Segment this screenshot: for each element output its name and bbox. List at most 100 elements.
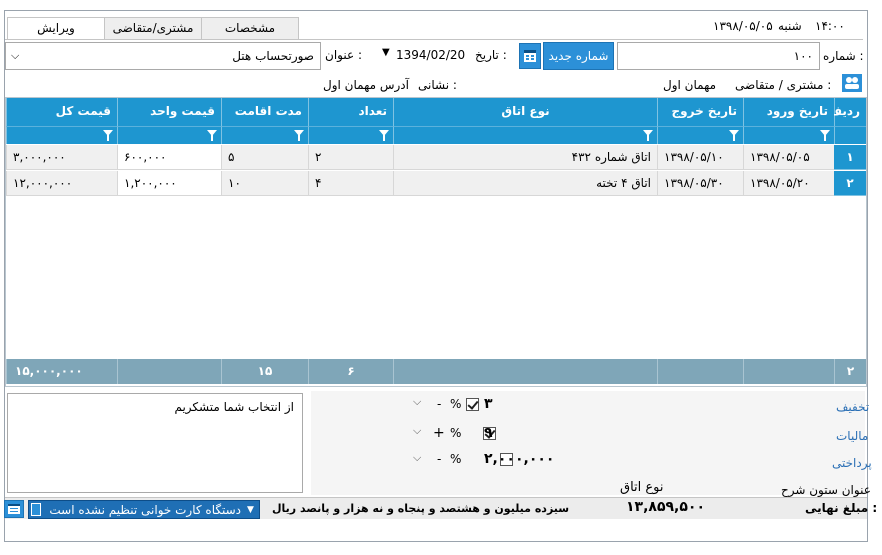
room-type-cell[interactable]: اتاق ۴ تخته bbox=[393, 171, 657, 196]
unit-price-cell[interactable]: ۱,۲۰۰,۰۰۰ bbox=[117, 171, 221, 196]
customer-label: مشتری / متقاضی : bbox=[735, 78, 832, 92]
total-passengers: ۶ bbox=[308, 359, 393, 384]
address-value: آدرس مهمان اول bbox=[323, 78, 409, 92]
new-number-button[interactable]: شماره جدید bbox=[543, 42, 614, 70]
payment-sign: - bbox=[437, 452, 442, 466]
passengers-cell[interactable]: ۴ bbox=[308, 171, 393, 196]
col-unit-price[interactable]: قیمت واحد bbox=[117, 98, 221, 126]
discount-percent-symbol: % bbox=[450, 397, 462, 411]
total-stay: ۱۵ bbox=[221, 359, 308, 384]
payment-value[interactable]: ۲,۰۰۰,۰۰۰ bbox=[484, 451, 554, 467]
title-value: صورتحساب هتل bbox=[232, 49, 314, 63]
address-label: نشانی : bbox=[418, 78, 457, 92]
date-label: تاریخ : bbox=[475, 48, 507, 62]
filter-icon[interactable] bbox=[820, 130, 830, 141]
tab-divider bbox=[5, 39, 863, 40]
tab-details[interactable]: مشخصات bbox=[201, 17, 299, 39]
card-reader-select[interactable]: دستگاه کارت خوانی تنظیم نشده است ▼ bbox=[28, 500, 260, 519]
col-exit-date[interactable]: تاریخ خروج bbox=[657, 98, 743, 126]
footer-entry bbox=[743, 359, 834, 384]
total-price-sum: ۱۵,۰۰۰,۰۰۰ bbox=[6, 359, 117, 384]
filter-cell-passengers[interactable] bbox=[308, 126, 393, 144]
stay-cell[interactable]: ۵ bbox=[221, 145, 308, 170]
footer-unit bbox=[117, 359, 221, 384]
final-amount-value: ۱۳,۸۵۹,۵۰۰ bbox=[626, 499, 705, 515]
title-dropdown-icon[interactable]: ⌵ bbox=[11, 43, 19, 69]
discount-value[interactable]: ۳ bbox=[484, 396, 493, 412]
col-total-price[interactable]: قیمت کل bbox=[6, 98, 117, 126]
customer-value[interactable]: مهمان اول bbox=[663, 78, 716, 92]
passengers-cell[interactable]: ۲ bbox=[308, 145, 393, 170]
entry-date-cell[interactable]: ۱۳۹۸/۰۵/۰۵ bbox=[743, 145, 834, 170]
filter-cell-exit[interactable] bbox=[657, 126, 743, 144]
desc-column-label: عنوان ستون شرح bbox=[781, 483, 871, 497]
payment-dropdown-icon[interactable]: ⌵ bbox=[413, 451, 421, 465]
filter-cell-total[interactable] bbox=[6, 126, 117, 144]
calendar-button[interactable] bbox=[519, 43, 541, 69]
time-display: ۱۴:۰۰ bbox=[815, 19, 845, 33]
title-label: عنوان : bbox=[325, 48, 362, 62]
invoice-grid: ردیف تاریخ ورود تاریخ خروج نوع اتاق تعدا… bbox=[5, 97, 867, 387]
card-reader-icon bbox=[31, 503, 41, 516]
filter-cell-unit[interactable] bbox=[117, 126, 221, 144]
discount-dropdown-icon[interactable]: ⌵ bbox=[413, 395, 421, 409]
entry-date-cell[interactable]: ۱۳۹۸/۰۵/۲۰ bbox=[743, 171, 834, 196]
payment-percent-symbol: % bbox=[450, 452, 462, 466]
filter-icon[interactable] bbox=[729, 130, 739, 141]
filter-icon[interactable] bbox=[643, 130, 653, 141]
unit-price-cell[interactable]: ۶۰۰,۰۰۰ bbox=[117, 145, 221, 170]
stay-cell[interactable]: ۱۰ bbox=[221, 171, 308, 196]
tab-edit[interactable]: ویرایش bbox=[7, 17, 105, 39]
tax-value[interactable]: ۹ bbox=[484, 425, 493, 441]
filter-icon[interactable] bbox=[103, 130, 113, 141]
discount-sign: - bbox=[437, 397, 442, 411]
weekday-display: شنبه bbox=[778, 19, 802, 33]
row-number[interactable]: ۱ bbox=[834, 145, 866, 170]
filter-icon[interactable] bbox=[294, 130, 304, 141]
number-field[interactable]: ۱۰۰ bbox=[617, 42, 820, 70]
col-room-type[interactable]: نوع اتاق bbox=[393, 98, 657, 126]
calendar-icon bbox=[524, 50, 536, 62]
note-textarea[interactable]: از انتخاب شما متشکریم bbox=[7, 393, 303, 493]
col-entry-date[interactable]: تاریخ ورود bbox=[743, 98, 834, 126]
exit-date-cell[interactable]: ۱۳۹۸/۰۵/۳۰ bbox=[657, 171, 743, 196]
discount-label[interactable]: تخفیف bbox=[836, 400, 869, 414]
card-reader-dropdown-icon[interactable]: ▼ bbox=[247, 502, 254, 518]
footer-exit bbox=[657, 359, 743, 384]
title-field[interactable]: صورتحساب هتل ⌵ bbox=[5, 42, 321, 70]
total-price-cell[interactable]: ۱۲,۰۰۰,۰۰۰ bbox=[6, 171, 117, 196]
tab-customer[interactable]: مشتری/متقاضی bbox=[104, 17, 202, 39]
col-stay[interactable]: مدت اقامت bbox=[221, 98, 308, 126]
tax-label[interactable]: مالیات bbox=[836, 429, 868, 443]
total-price-cell[interactable]: ۳,۰۰۰,۰۰۰ bbox=[6, 145, 117, 170]
footer-room bbox=[393, 359, 657, 384]
list-icon bbox=[8, 504, 20, 514]
filter-cell-stay[interactable] bbox=[221, 126, 308, 144]
customer-icon[interactable] bbox=[842, 74, 862, 92]
final-amount-words: سیزده میلیون و هشتصد و پنجاه و نه هزار و… bbox=[272, 502, 570, 515]
filter-cell-row bbox=[834, 126, 866, 144]
payment-label[interactable]: پرداختی bbox=[832, 456, 872, 470]
date-value[interactable]: 1394/02/20 bbox=[396, 48, 465, 62]
exit-date-cell[interactable]: ۱۳۹۸/۰۵/۱۰ bbox=[657, 145, 743, 170]
filter-cell-room[interactable] bbox=[393, 126, 657, 144]
card-reader-status: دستگاه کارت خوانی تنظیم نشده است bbox=[49, 503, 241, 517]
tax-dropdown-icon[interactable]: ⌵ bbox=[413, 424, 421, 438]
filter-icon[interactable] bbox=[379, 130, 389, 141]
tax-percent-symbol: % bbox=[450, 426, 462, 440]
total-row-count: ۲ bbox=[834, 359, 866, 384]
date-display: ۱۳۹۸/۰۵/۰۵ bbox=[713, 19, 773, 33]
discount-percent-checkbox[interactable] bbox=[466, 398, 479, 411]
filter-icon[interactable] bbox=[207, 130, 217, 141]
desc-column-value[interactable]: نوع اتاق bbox=[620, 480, 664, 495]
final-amount-label: مبلغ نهایی : bbox=[805, 501, 878, 515]
filter-cell-entry[interactable] bbox=[743, 126, 834, 144]
settings-button[interactable] bbox=[4, 500, 24, 518]
number-label: شماره : bbox=[823, 49, 864, 63]
col-row-number[interactable]: ردیف bbox=[828, 98, 866, 126]
tax-sign: + bbox=[433, 425, 445, 441]
row-number[interactable]: ۲ bbox=[834, 171, 866, 196]
col-passengers[interactable]: تعداد مسافر bbox=[308, 98, 393, 144]
room-type-cell[interactable]: اتاق شماره ۴۳۲ bbox=[393, 145, 657, 170]
date-dropdown-icon[interactable]: ▼ bbox=[382, 47, 390, 58]
